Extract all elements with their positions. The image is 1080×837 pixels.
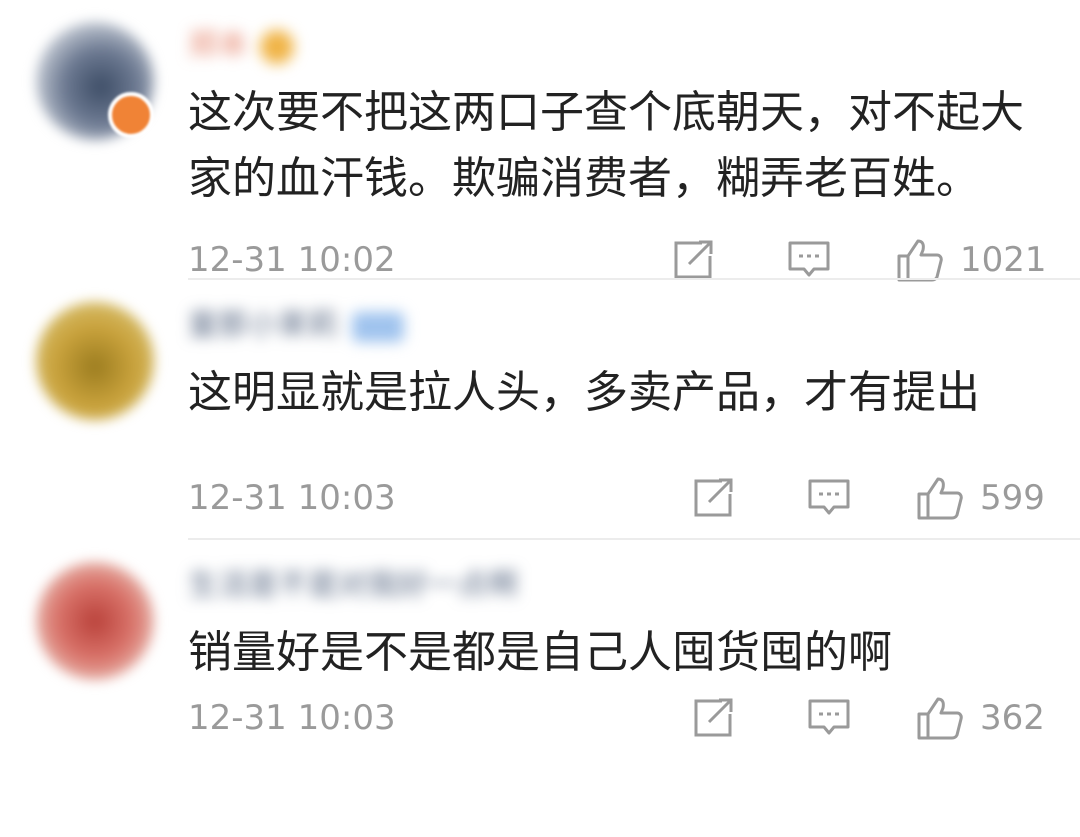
username-text[interactable]: 郑本 <box>188 28 248 63</box>
comment-list: 郑本 这次要不把这两口子查个底朝天，对不起大家的血汗钱。欺骗消费者，糊弄老百姓。… <box>0 0 1080 837</box>
verified-badge-icon <box>108 92 154 138</box>
comment-item: 生活是不是对我好一点啊 销量好是不是都是自己人囤货囤的啊 12-31 10:03 <box>0 540 1080 820</box>
username[interactable]: 童那小茉莉 <box>188 306 404 346</box>
comment-text: 这次要不把这两口子查个底朝天，对不起大家的血汗钱。欺骗消费者，糊弄老百姓。 <box>188 87 1024 204</box>
share-icon <box>694 698 733 737</box>
like-count: 1021 <box>960 240 1047 280</box>
comment-bubble-icon <box>808 479 850 515</box>
share-button[interactable] <box>692 470 736 526</box>
reply-button[interactable] <box>806 690 852 746</box>
comment-text: 销量好是不是都是自己人囤货囤的啊 <box>188 627 892 678</box>
username-text[interactable]: 童那小茉莉 <box>188 308 338 343</box>
timestamp: 12-31 10:02 <box>188 240 396 280</box>
like-count: 362 <box>980 698 1045 738</box>
thumbs-up-icon <box>917 697 963 740</box>
comment-meta: 12-31 10:03 <box>188 470 1048 526</box>
comment-bubble-icon <box>788 241 830 277</box>
member-tag-icon <box>352 311 404 342</box>
comment-item: 郑本 这次要不把这两口子查个底朝天，对不起大家的血汗钱。欺骗消费者，糊弄老百姓。… <box>0 0 1080 282</box>
avatar[interactable] <box>36 302 154 420</box>
thumbs-up-icon <box>897 239 943 282</box>
username[interactable]: 生活是不是对我好一点啊 <box>188 566 518 606</box>
thumbs-up-icon <box>917 477 963 520</box>
username[interactable]: 郑本 <box>188 26 294 66</box>
share-icon <box>694 478 733 517</box>
medal-icon <box>260 29 294 64</box>
timestamp: 12-31 10:03 <box>188 698 396 738</box>
comment-text: 这明显就是拉人头，多卖产品，才有提出 <box>188 367 980 418</box>
reply-button[interactable] <box>806 470 852 526</box>
comment-bubble-icon <box>808 699 850 735</box>
like-button[interactable]: 599 <box>916 470 1045 526</box>
comment-meta: 12-31 10:03 <box>188 690 1048 746</box>
comment-item: 童那小茉莉 这明显就是拉人头，多卖产品，才有提出 12-31 10:03 599 <box>0 280 1080 540</box>
like-count: 599 <box>980 478 1045 518</box>
timestamp: 12-31 10:03 <box>188 478 396 518</box>
share-icon <box>674 240 713 279</box>
share-button[interactable] <box>692 690 736 746</box>
username-text[interactable]: 生活是不是对我好一点啊 <box>188 568 518 603</box>
like-button[interactable]: 362 <box>916 690 1045 746</box>
avatar[interactable] <box>36 562 154 680</box>
